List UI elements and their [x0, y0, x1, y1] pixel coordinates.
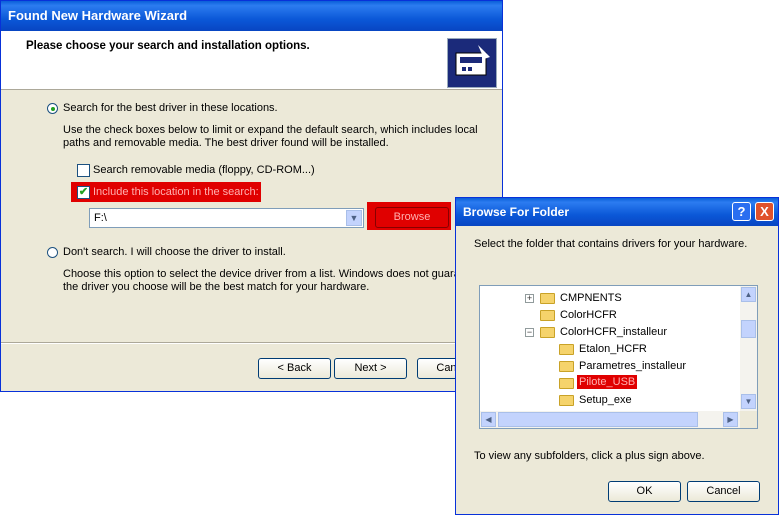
dialog-cancel-button[interactable]: Cancel	[687, 481, 760, 502]
search-removable-media-label[interactable]: Search removable media (floppy, CD-ROM..…	[93, 164, 315, 176]
folder-icon	[559, 378, 574, 389]
folder-open-icon	[540, 327, 555, 338]
found-new-hardware-wizard: Found New Hardware Wizard Please choose …	[0, 0, 503, 392]
footer-separator	[1, 342, 502, 344]
scrollbar-corner	[740, 411, 757, 428]
scroll-down-icon[interactable]: ▼	[741, 394, 756, 409]
tree-item-label: Etalon_HCFR	[579, 343, 647, 355]
folder-icon	[540, 310, 555, 321]
dialog-title: Browse For Folder	[456, 198, 778, 226]
back-button[interactable]: < Back	[258, 358, 331, 379]
include-location-checkbox[interactable]: ✔	[77, 186, 90, 199]
include-location-label[interactable]: Include this location in the search:	[93, 186, 259, 198]
dont-search-description-line2: the driver you choose will be the best m…	[63, 281, 370, 293]
folder-icon	[559, 361, 574, 372]
tree-horizontal-scrollbar[interactable]: ◀ ▶	[480, 411, 740, 428]
scroll-up-icon[interactable]: ▲	[741, 287, 756, 302]
help-icon[interactable]: ?	[732, 202, 751, 221]
dont-search-description-line1: Choose this option to select the device …	[63, 268, 469, 280]
tree-item-label: CMPNENTS	[560, 292, 622, 304]
scroll-thumb[interactable]	[741, 320, 756, 338]
folder-icon	[540, 293, 555, 304]
next-button[interactable]: Next >	[334, 358, 407, 379]
collapse-icon[interactable]: −	[525, 328, 534, 337]
search-description-line1: Use the check boxes below to limit or ex…	[63, 124, 478, 136]
search-best-driver-label[interactable]: Search for the best driver in these loca…	[63, 102, 278, 114]
folder-tree[interactable]: + CMPNENTS ColorHCFR − ColorHCFR_install…	[479, 285, 758, 429]
expand-icon[interactable]: +	[525, 294, 534, 303]
location-combobox[interactable]: F:\ ▼	[89, 208, 364, 228]
subfolder-hint: To view any subfolders, click a plus sig…	[474, 450, 705, 462]
folder-icon	[559, 344, 574, 355]
tree-item-label: Setup_exe	[579, 394, 632, 406]
search-best-driver-radio[interactable]	[47, 103, 58, 114]
chevron-down-icon[interactable]: ▼	[346, 210, 362, 226]
dont-search-label[interactable]: Don't search. I will choose the driver t…	[63, 246, 286, 258]
dont-search-radio[interactable]	[47, 247, 58, 258]
search-description-line2: paths and removable media. The best driv…	[63, 137, 389, 149]
search-removable-media-checkbox[interactable]	[77, 164, 90, 177]
scroll-right-icon[interactable]: ▶	[723, 412, 738, 427]
tree-item-label: Parametres_installeur	[579, 360, 686, 372]
hardware-install-icon	[447, 38, 497, 88]
close-icon[interactable]: X	[755, 202, 774, 221]
folder-icon	[559, 395, 574, 406]
tree-vertical-scrollbar[interactable]: ▲ ▼	[740, 286, 757, 412]
wizard-header: Please choose your search and installati…	[1, 31, 502, 90]
browse-for-folder-dialog: Browse For Folder ? X Select the folder …	[455, 197, 779, 515]
scroll-thumb[interactable]	[498, 412, 698, 427]
ok-button[interactable]: OK	[608, 481, 681, 502]
location-value: F:\	[94, 212, 107, 224]
scroll-left-icon[interactable]: ◀	[481, 412, 496, 427]
wizard-heading: Please choose your search and installati…	[26, 40, 310, 52]
dialog-instruction: Select the folder that contains drivers …	[474, 238, 748, 250]
tree-item-label: ColorHCFR	[560, 309, 617, 321]
tree-item-label-selected: Pilote_USB	[577, 375, 638, 389]
wizard-title: Found New Hardware Wizard	[1, 1, 502, 31]
browse-button[interactable]: Browse	[375, 207, 449, 228]
tree-item-label: ColorHCFR_installeur	[560, 326, 667, 338]
